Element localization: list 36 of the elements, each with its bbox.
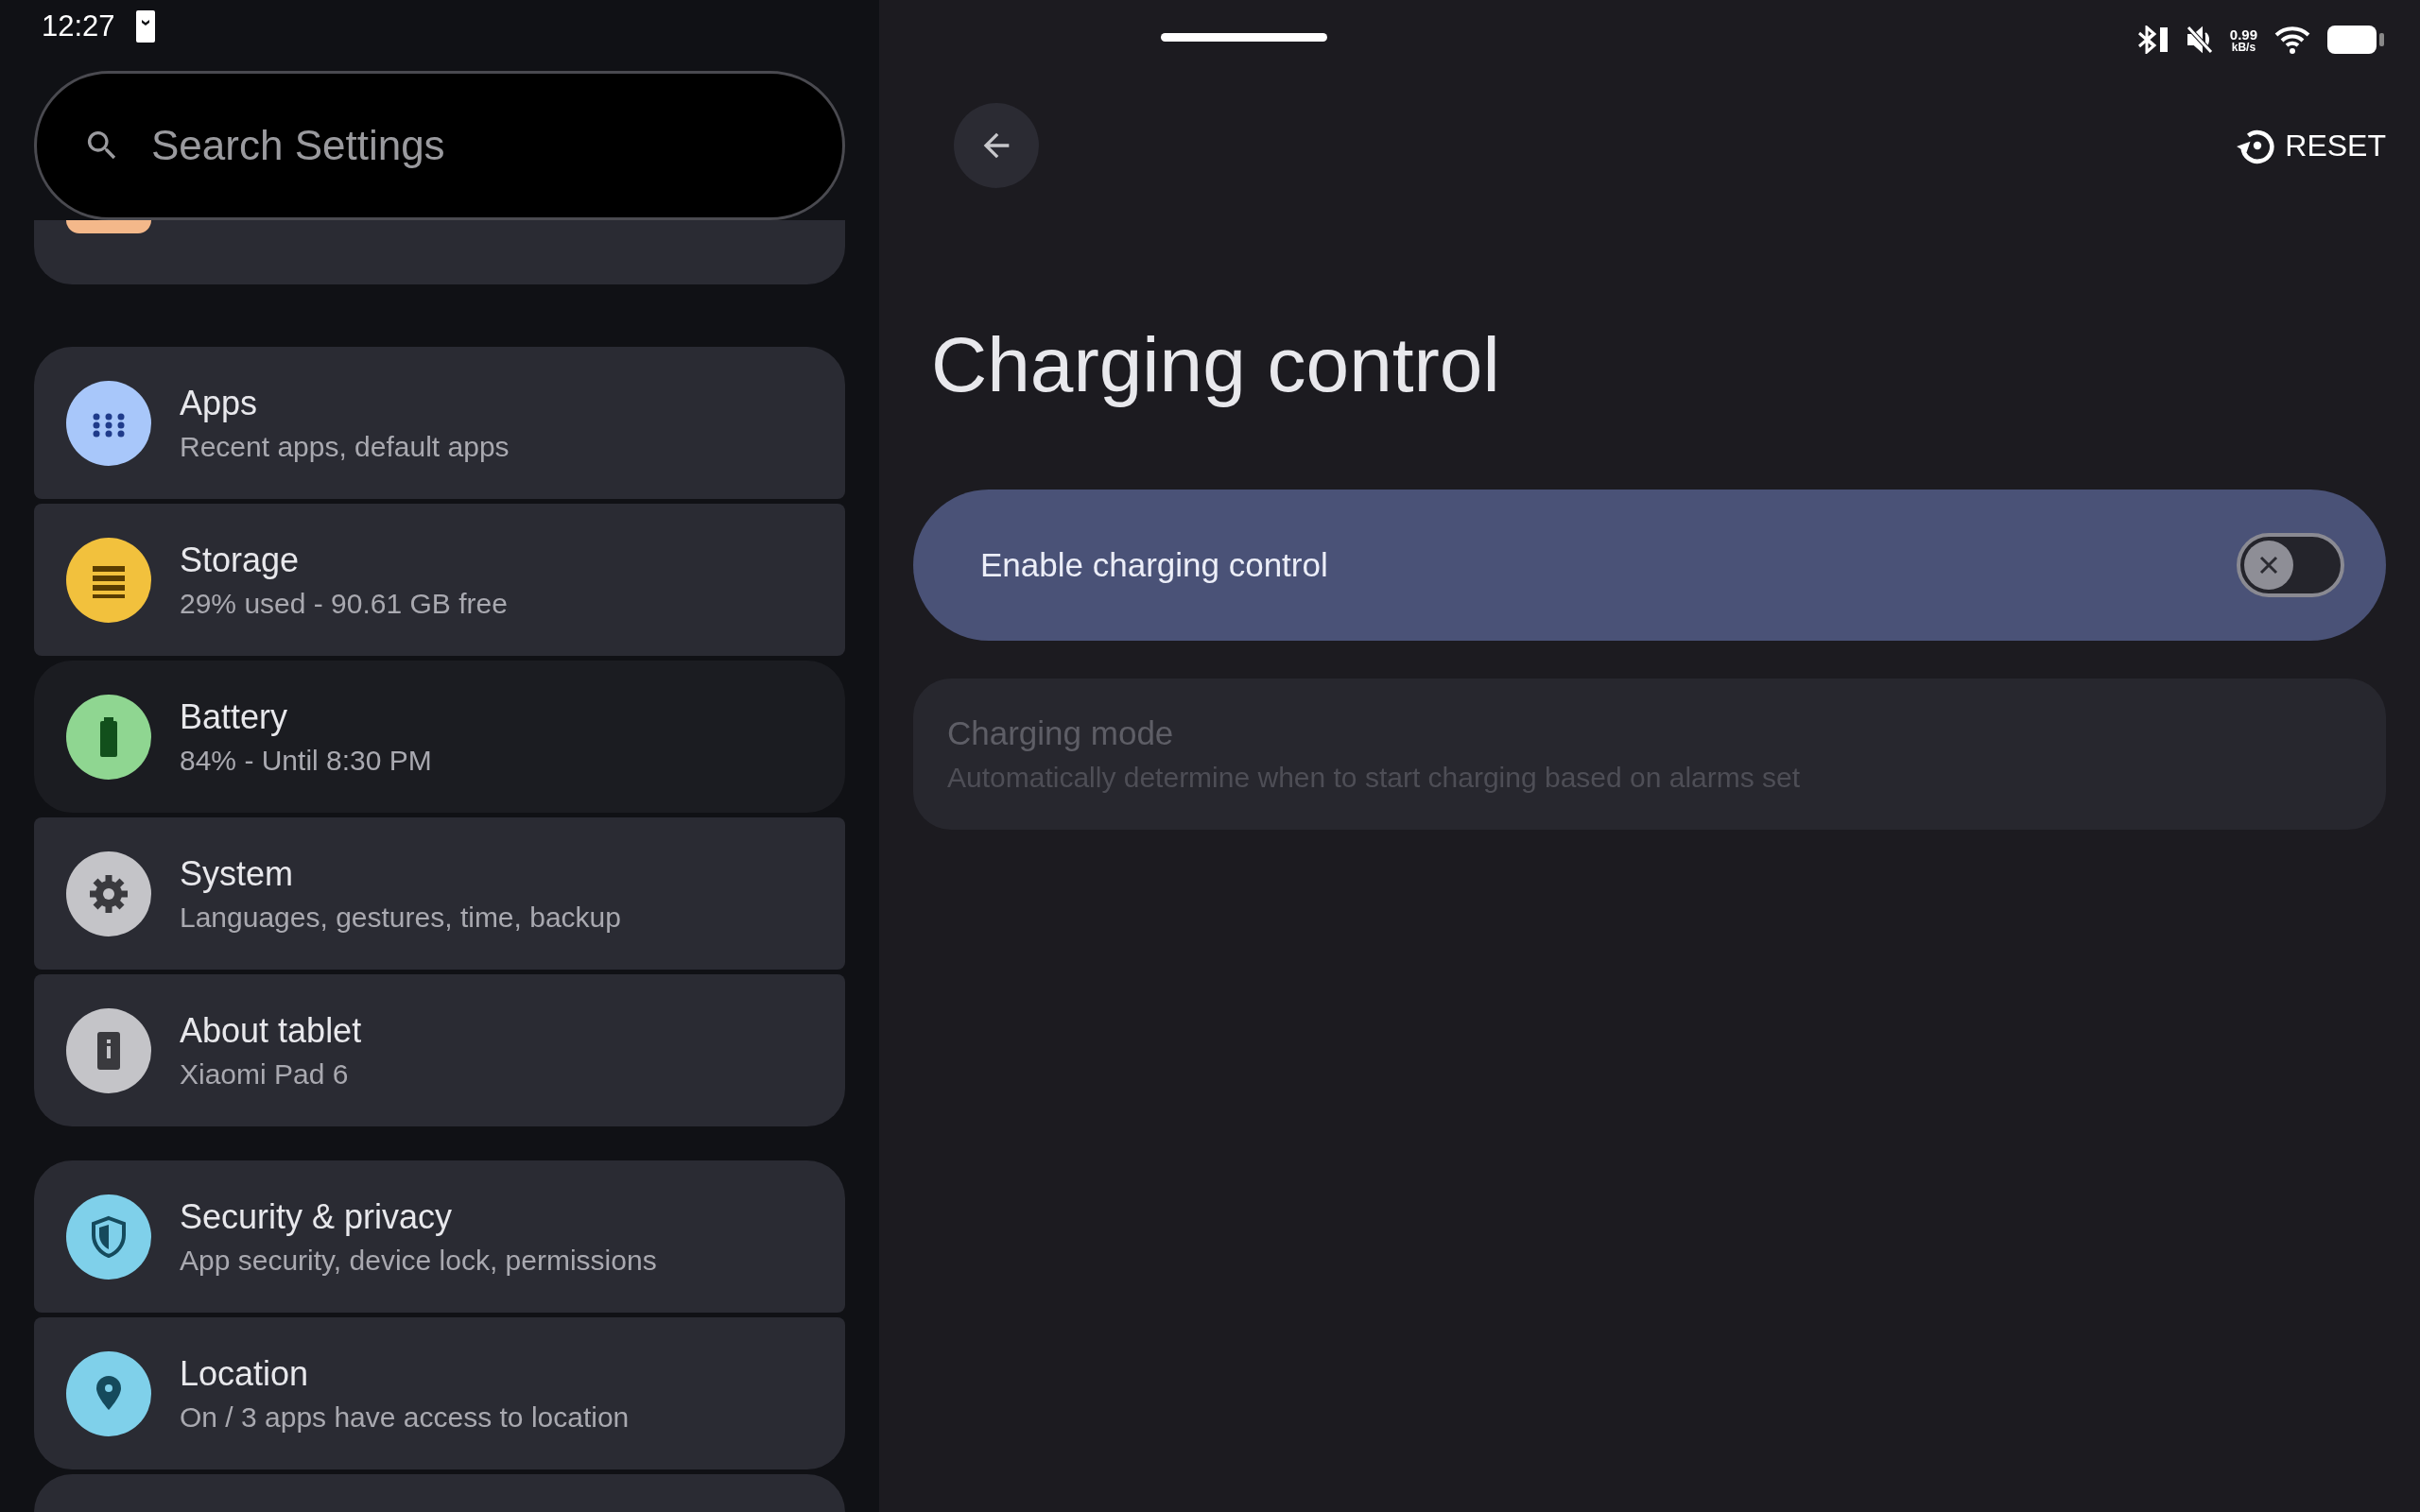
settings-item[interactable]: Storage 29% used - 90.61 GB free [34, 504, 845, 656]
wifi-icon [2274, 26, 2310, 54]
settings-item-card[interactable] [34, 220, 845, 284]
item-title: Storage [180, 540, 301, 580]
item-title: Battery [180, 696, 289, 737]
item-title: Apps [180, 383, 259, 423]
settings-item[interactable]: System Languages, gestures, time, backup [34, 817, 845, 970]
page-title: Charging control [931, 320, 1501, 409]
item-subtitle: Recent apps, default apps [180, 430, 510, 463]
item-subtitle: 84% - Until 8:30 PM [180, 744, 432, 777]
network-speed-unit: kB/s [2231, 41, 2256, 53]
item-title: Location [180, 1353, 310, 1394]
item-title: About tablet [180, 1010, 362, 1051]
settings-item[interactable]: Apps Recent apps, default apps [34, 347, 845, 499]
settings-item[interactable]: Location On / 3 apps have access to location [34, 1317, 845, 1469]
item-title: Security & privacy [180, 1196, 454, 1237]
item-subtitle: Xiaomi Pad 6 [180, 1057, 350, 1091]
settings-item[interactable]: About tablet Xiaomi Pad 6 [34, 974, 845, 1126]
mute-icon [2186, 26, 2213, 54]
item-title: System [180, 853, 295, 894]
settings-item[interactable]: Battery 84% - Until 8:30 PM [34, 661, 845, 813]
reset-button[interactable]: RESET [2236, 124, 2386, 167]
setting-title: Charging mode [947, 714, 1175, 752]
settings-item[interactable]: Security & privacy App security, device lock, permissions [34, 1160, 845, 1313]
item-subtitle: Languages, gestures, time, backup [180, 901, 621, 934]
network-speed: 0.99 [2229, 26, 2257, 42]
item-subtitle: On / 3 apps have access to location [180, 1400, 630, 1434]
item-subtitle: App security, device lock, permissions [180, 1244, 657, 1277]
battery-icon [2327, 25, 2386, 55]
phone-notification-icon [135, 9, 155, 43]
switch-setting-card[interactable]: Enable charging control [913, 490, 2386, 641]
status-time: 12:27 [42, 9, 115, 43]
search-field[interactable]: Search Settings [34, 71, 845, 220]
setting-label: Enable charging control [980, 546, 1328, 584]
item-subtitle: 29% used - 90.61 GB free [180, 587, 508, 620]
bluetooth-vibrate-icon [2136, 26, 2169, 54]
